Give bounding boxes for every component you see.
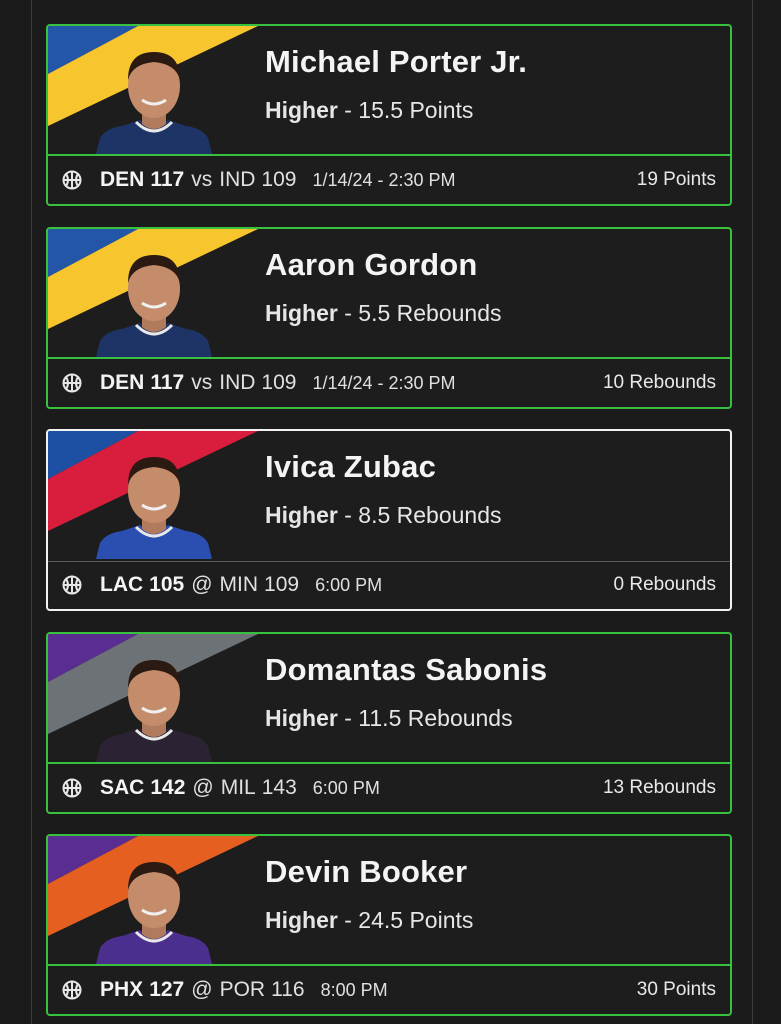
matchup-separator: @ [192,776,214,799]
team-score: 142 [150,776,186,799]
opponent-score: 143 [261,776,297,799]
projection-separator: - [344,97,352,123]
pick-card-header: Ivica Zubac Higher - 8.5 Rebounds [48,431,730,559]
pick-direction: Higher [265,97,338,123]
projection-line: Higher - 11.5 Rebounds [265,705,513,732]
game-info-row: LAC 105 @ MIN 109 6:00 PM 0 Rebounds [48,561,730,609]
team-abbrev: LAC [100,573,144,596]
matchup-separator: @ [191,978,213,1001]
pick-card[interactable]: Aaron Gordon Higher - 5.5 Rebounds DEN 1… [46,227,732,409]
pick-card-header: Domantas Sabonis Higher - 11.5 Rebounds [48,634,730,762]
pick-direction: Higher [265,300,338,326]
player-headshot-icon [96,255,212,357]
projection-line: Higher - 15.5 Points [265,97,473,124]
opponent-score: 109 [261,168,297,191]
left-rail [31,0,32,1024]
picks-screen: Michael Porter Jr. Higher - 15.5 Points … [0,0,781,1024]
pick-card-header: Aaron Gordon Higher - 5.5 Rebounds [48,229,730,357]
matchup-separator: vs [191,371,213,394]
team-abbrev: SAC [100,776,145,799]
game-time: 6:00 PM [315,574,383,595]
pick-direction: Higher [265,907,338,933]
team-abbrev: DEN [100,168,145,191]
stat-result: 30 Points [636,979,716,1000]
stat-result: 0 Rebounds [613,574,716,595]
projection-separator: - [344,705,352,731]
game-time: 8:00 PM [320,979,388,1000]
opponent-abbrev: MIL [220,776,256,799]
player-name: Michael Porter Jr. [265,44,528,79]
projection-line: Higher - 8.5 Rebounds [265,502,502,529]
stat-line: 8.5 Rebounds [358,502,502,528]
team-score: 117 [150,371,185,394]
projection-line: Higher - 24.5 Points [265,907,473,934]
pick-card[interactable]: Ivica Zubac Higher - 8.5 Rebounds LAC 10… [46,429,732,611]
player-name: Domantas Sabonis [265,652,548,687]
projection-separator: - [344,502,352,528]
opponent-abbrev: POR [219,978,266,1001]
player-headshot-icon [96,457,212,559]
team-score: 105 [149,573,185,596]
stat-result: 13 Rebounds [602,777,716,798]
basketball-icon [62,980,82,1000]
team-score: 117 [150,168,185,191]
game-info-row: DEN 117 vs IND 109 1/14/24 - 2:30 PM 19 … [48,156,730,204]
team-abbrev: DEN [100,371,145,394]
game-time: 1/14/24 - 2:30 PM [312,169,456,190]
game-time: 1/14/24 - 2:30 PM [312,372,456,393]
stat-line: 5.5 Rebounds [358,300,502,326]
opponent-score: 109 [264,573,300,596]
stat-result: 10 Rebounds [602,372,716,393]
pick-card-header: Devin Booker Higher - 24.5 Points [48,836,730,964]
player-headshot-icon [96,52,212,154]
player-name: Ivica Zubac [265,449,437,484]
basketball-icon [62,373,82,393]
pick-card-header: Michael Porter Jr. Higher - 15.5 Points [48,26,730,154]
pick-direction: Higher [265,705,338,731]
projection-separator: - [344,300,352,326]
team-score: 127 [149,978,185,1001]
team-abbrev: PHX [100,978,144,1001]
matchup-separator: vs [191,168,213,191]
game-info-row: PHX 127 @ POR 116 8:00 PM 30 Points [48,966,730,1014]
game-info-row: SAC 142 @ MIL 143 6:00 PM 13 Rebounds [48,764,730,812]
opponent-score: 116 [271,978,305,1001]
player-name: Devin Booker [265,854,468,889]
basketball-icon [62,170,82,190]
opponent-score: 109 [261,371,297,394]
game-info-row: DEN 117 vs IND 109 1/14/24 - 2:30 PM 10 … [48,359,730,407]
opponent-abbrev: IND [219,168,256,191]
game-time: 6:00 PM [312,777,380,798]
right-rail [752,0,753,1024]
opponent-abbrev: MIN [219,573,259,596]
stat-line: 24.5 Points [358,907,474,933]
stat-line: 11.5 Rebounds [358,705,513,731]
player-headshot-icon [96,660,212,762]
stat-line: 15.5 Points [358,97,474,123]
matchup-separator: @ [191,573,213,596]
basketball-icon [62,575,82,595]
pick-card[interactable]: Devin Booker Higher - 24.5 Points PHX 12… [46,834,732,1016]
projection-separator: - [344,907,352,933]
player-name: Aaron Gordon [265,247,478,282]
player-headshot-icon [96,862,212,964]
opponent-abbrev: IND [219,371,256,394]
pick-direction: Higher [265,502,338,528]
pick-card[interactable]: Domantas Sabonis Higher - 11.5 Rebounds … [46,632,732,814]
basketball-icon [62,778,82,798]
stat-result: 19 Points [636,169,716,190]
pick-card[interactable]: Michael Porter Jr. Higher - 15.5 Points … [46,24,732,206]
projection-line: Higher - 5.5 Rebounds [265,300,502,327]
